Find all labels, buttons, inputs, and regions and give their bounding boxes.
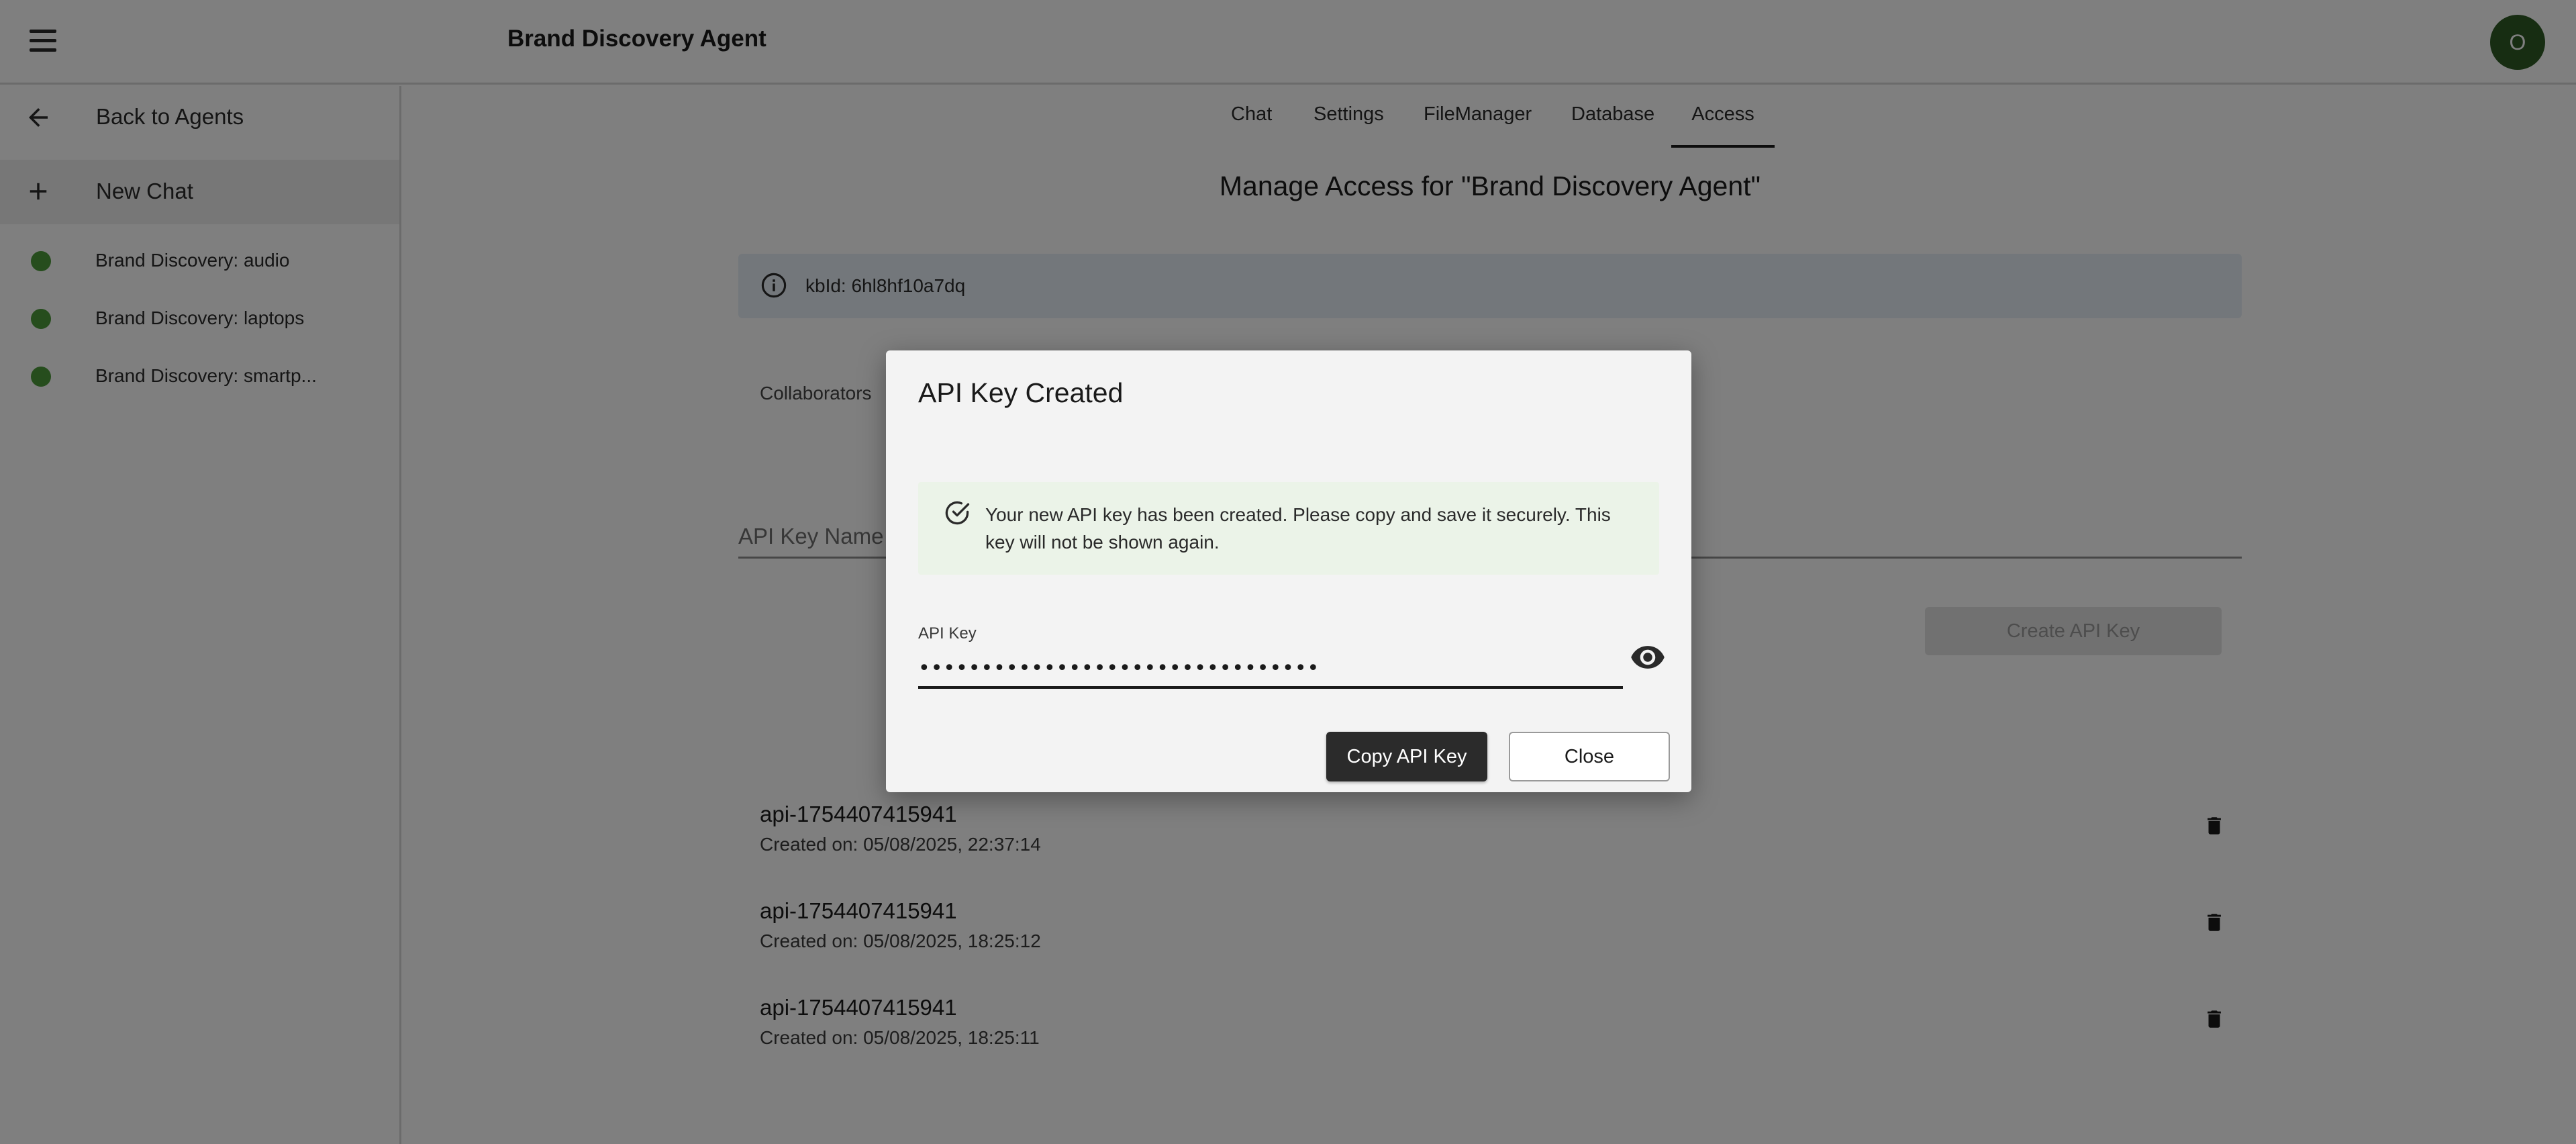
api-key-created-dialog: API Key Created Your new API key has bee… — [886, 350, 1691, 792]
api-key-masked-value: •••••••••••••••••••••••••••••••• — [918, 657, 1320, 680]
copy-api-key-button[interactable]: Copy API Key — [1326, 732, 1487, 781]
success-message: Your new API key has been created. Pleas… — [985, 504, 1611, 553]
api-key-field-label: API Key — [918, 624, 977, 642]
success-alert: Your new API key has been created. Pleas… — [918, 482, 1659, 575]
dialog-title: API Key Created — [918, 377, 1124, 408]
eye-icon[interactable] — [1630, 639, 1666, 675]
close-button[interactable]: Close — [1509, 732, 1670, 781]
api-key-field[interactable]: •••••••••••••••••••••••••••••••• — [918, 646, 1623, 689]
check-circle-icon — [945, 501, 970, 525]
